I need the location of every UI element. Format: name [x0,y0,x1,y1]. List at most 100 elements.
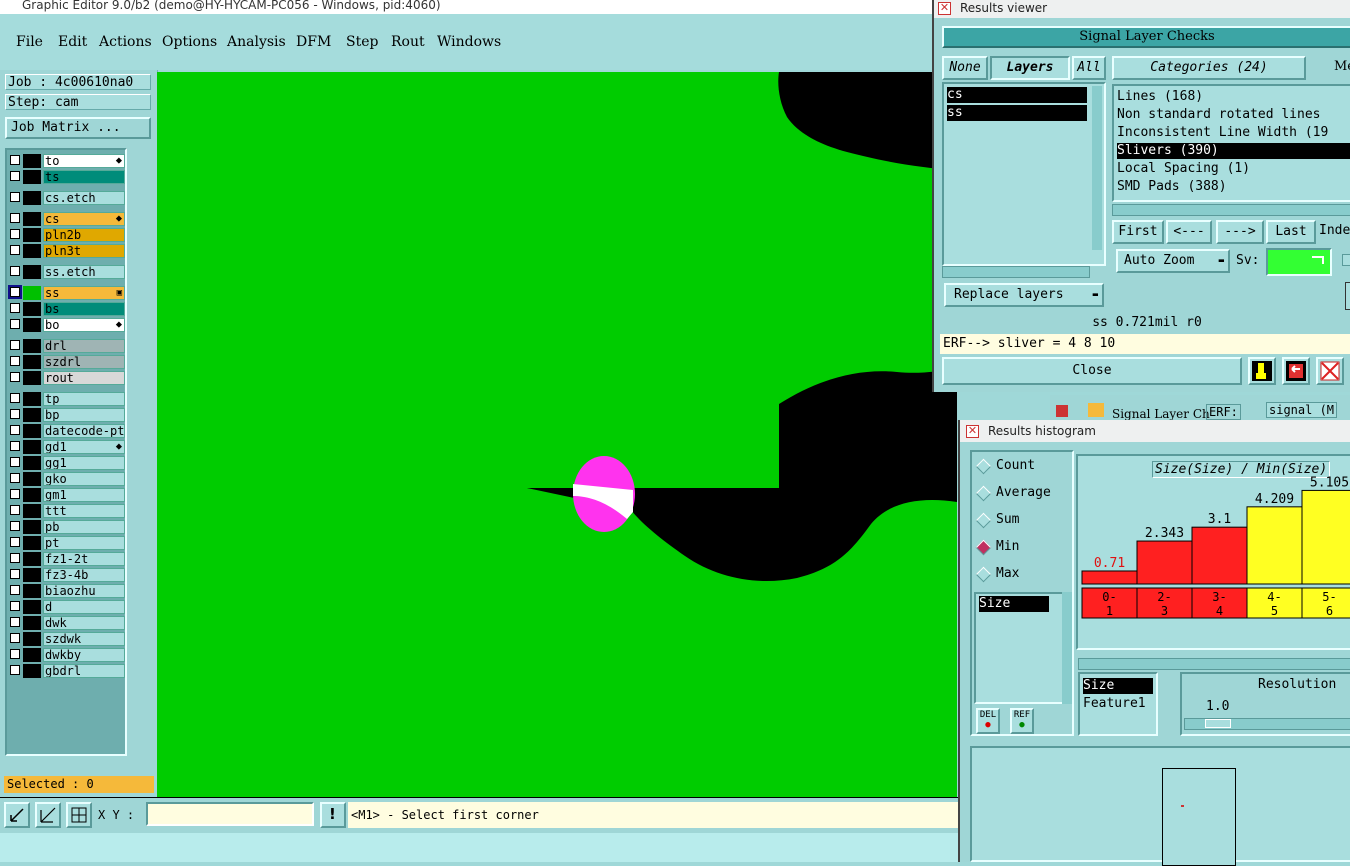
layer-row-biaozhu[interactable]: biaozhu [9,584,125,598]
layer-checkbox[interactable] [10,553,20,563]
layer-row-drl[interactable]: drl [9,339,125,353]
histogram-bar[interactable] [1136,540,1193,585]
layers-all-button[interactable]: All [1072,56,1106,80]
attribute-list[interactable]: Size Feature1 [1078,672,1158,736]
layer-name[interactable]: pt [43,536,125,550]
layer-name[interactable]: drl [43,339,125,353]
layer-color-swatch[interactable] [23,552,41,566]
clear-ref-button[interactable] [1316,357,1344,385]
last-button[interactable]: Last [1266,220,1316,244]
layer-color-swatch[interactable] [23,520,41,534]
layers-list[interactable]: cs ss [942,82,1106,266]
layer-checkbox[interactable] [10,601,20,611]
layer-color-swatch[interactable] [23,632,41,646]
layer-row-dwk[interactable]: dwk [9,616,125,630]
layer-color-swatch[interactable] [23,472,41,486]
layer-name[interactable]: to ⬥ [43,154,125,168]
chart-hscrollbar[interactable] [1078,658,1350,670]
histogram-bar[interactable] [1081,570,1138,585]
layer-row-ts[interactable]: ts [9,170,125,184]
layer-name[interactable]: ss.etch [43,265,125,279]
layer-name[interactable]: pb [43,520,125,534]
layer-item-ss[interactable]: ss [947,105,1087,121]
sv-color-selector[interactable] [1266,248,1332,276]
layer-color-swatch[interactable] [23,371,41,385]
layers-hscrollbar[interactable] [942,266,1090,278]
layer-color-swatch[interactable] [23,664,41,678]
layer-row-ttt[interactable]: ttt [9,504,125,518]
mode-count-radio[interactable]: Count [974,456,1035,476]
layer-color-swatch[interactable] [23,456,41,470]
layer-row-ss[interactable]: ss ▣ [8,285,125,300]
layer-name[interactable]: gg1 [43,456,125,470]
layer-checkbox[interactable] [10,425,20,435]
layer-row-bo[interactable]: bo ⬥ [9,318,125,332]
layer-checkbox[interactable] [10,489,20,499]
layer-name[interactable]: gm1 [43,488,125,502]
layer-row-cs[interactable]: cs ⬥ [9,212,125,226]
layer-color-swatch[interactable] [23,568,41,582]
layer-color-swatch[interactable] [23,170,41,184]
next-button[interactable]: ---> [1216,220,1264,244]
categories-list[interactable]: Lines (168) Non standard rotated lines I… [1112,84,1350,202]
layer-name[interactable]: gd1 ⬥ [43,440,125,454]
histogram-bar[interactable] [1246,506,1303,585]
layer-checkbox[interactable] [10,372,20,382]
menu-edit[interactable]: Edit [58,34,87,50]
layer-name[interactable]: fz1-2t [43,552,125,566]
mode-min-radio[interactable]: Min [974,537,1019,557]
graphic-canvas[interactable] [157,72,957,797]
layer-color-swatch[interactable] [23,339,41,353]
layer-row-pln2b[interactable]: pln2b [9,228,125,242]
mode-max-radio[interactable]: Max [974,564,1019,584]
menu-rout[interactable]: Rout [391,34,425,50]
layer-checkbox[interactable] [10,266,20,276]
del-button[interactable]: DEL ● [976,708,1000,734]
prev-button[interactable]: <--- [1166,220,1212,244]
layer-color-swatch[interactable] [23,191,41,205]
layer-name[interactable]: d [43,600,125,614]
ref-button[interactable]: REF ● [1010,708,1034,734]
layer-row-gbdrl[interactable]: gbdrl [9,664,125,678]
layer-color-swatch[interactable] [23,600,41,614]
layer-name[interactable]: bo ⬥ [43,318,125,332]
layer-name[interactable]: ts [43,170,125,184]
layer-color-swatch[interactable] [23,318,41,332]
mode-sum-radio[interactable]: Sum [974,510,1019,530]
layer-checkbox[interactable] [10,340,20,350]
layer-row-tp[interactable]: tp [9,392,125,406]
layer-color-swatch[interactable] [23,302,41,316]
layer-row-pln3t[interactable]: pln3t [9,244,125,258]
side-button[interactable] [1345,282,1350,310]
window-close-icon[interactable]: ✕ [966,425,979,438]
resolution-slider-thumb[interactable] [1205,719,1231,728]
layer-name[interactable]: gko [43,472,125,486]
layer-checkbox[interactable] [10,229,20,239]
layer-checkbox[interactable] [10,393,20,403]
layer-name[interactable]: fz3-4b [43,568,125,582]
layer-checkbox[interactable] [10,245,20,255]
layer-name[interactable]: bs [43,302,125,316]
layer-name[interactable]: pln3t [43,244,125,258]
layer-name[interactable]: tp [43,392,125,406]
category-slivers[interactable]: Slivers (390) [1117,143,1350,159]
layer-color-swatch[interactable] [23,440,41,454]
auto-zoom-dropdown[interactable]: Auto Zoom ▬ [1116,249,1230,273]
layer-color-swatch[interactable] [23,408,41,422]
layer-row-gd1[interactable]: gd1 ⬥ [9,440,125,454]
zoom-box-button[interactable] [4,802,30,828]
resolution-slider[interactable] [1184,718,1350,730]
menu-file[interactable]: File [16,34,43,50]
close-button[interactable]: Close [942,357,1242,385]
layer-item-cs[interactable]: cs [947,87,1087,103]
size-list-scrollbar[interactable] [1062,592,1072,704]
layer-checkbox[interactable] [10,409,20,419]
layer-checkbox[interactable] [10,521,20,531]
layer-checkbox[interactable] [10,213,20,223]
layer-row-d[interactable]: d [9,600,125,614]
layer-color-swatch[interactable] [23,228,41,242]
first-button[interactable]: First [1112,220,1164,244]
layer-name[interactable]: szdrl [43,355,125,369]
attribute-feature1[interactable]: Feature1 [1083,696,1146,712]
category-inconsistent-line-width[interactable]: Inconsistent Line Width (19 [1117,125,1328,141]
